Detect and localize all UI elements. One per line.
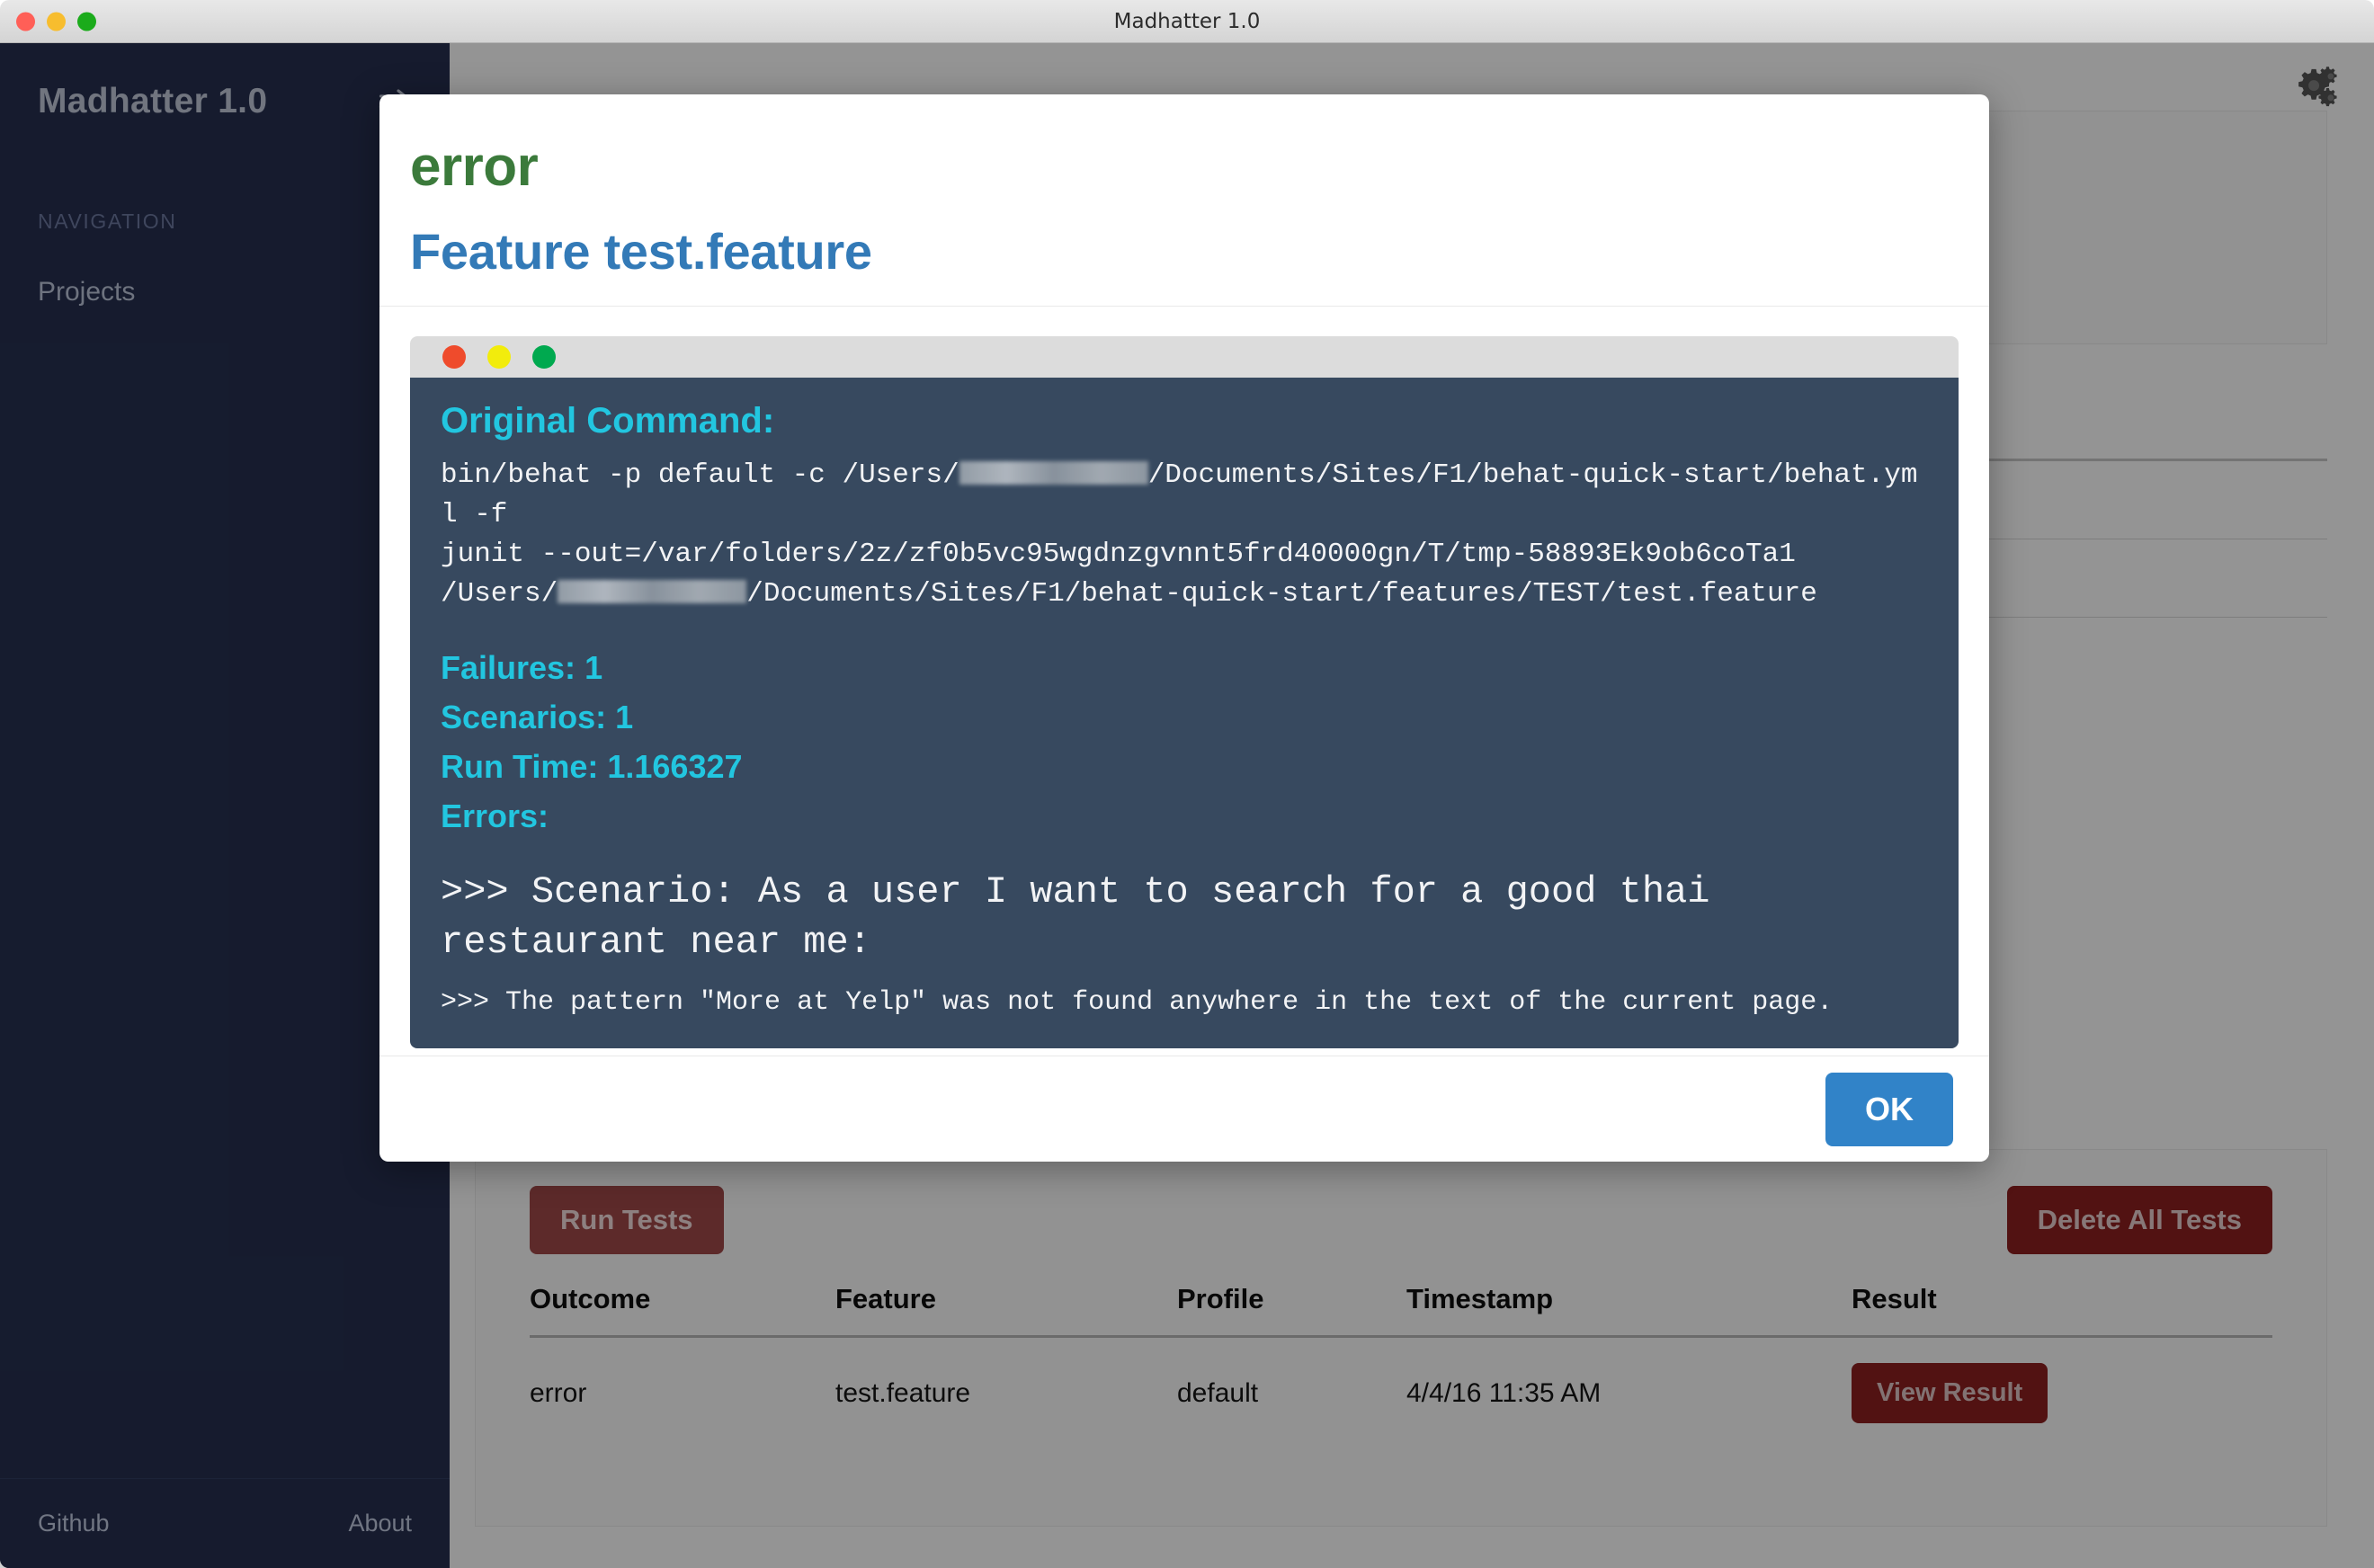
window-titlebar: Madhatter 1.0 xyxy=(0,0,2374,43)
zoom-window-button[interactable] xyxy=(77,12,96,31)
terminal-close-dot-icon xyxy=(442,345,466,369)
modal-status-title: error xyxy=(410,136,539,198)
sidebar-footer: Github About xyxy=(0,1478,450,1568)
column-header-outcome: Outcome xyxy=(530,1267,835,1338)
minimize-window-button[interactable] xyxy=(47,12,66,31)
errors-label: Errors: xyxy=(441,797,549,835)
delete-all-tests-button[interactable]: Delete All Tests xyxy=(2006,1186,2272,1254)
ok-button[interactable]: OK xyxy=(1825,1072,1953,1146)
traffic-lights xyxy=(16,12,96,31)
failures-line: Failures: 1 xyxy=(441,645,1928,690)
scenarios-label: Scenarios: xyxy=(441,699,607,736)
close-window-button[interactable] xyxy=(16,12,35,31)
test-results-table: Outcome Feature Profile Timestamp Result… xyxy=(530,1267,2272,1445)
github-link[interactable]: Github xyxy=(38,1510,110,1537)
table-header-row: Outcome Feature Profile Timestamp Result xyxy=(530,1267,2272,1338)
terminal-minimize-dot-icon xyxy=(487,345,511,369)
original-command-text: bin/behat -p default -c /Users/ /Document… xyxy=(441,456,1928,614)
column-header-result: Result xyxy=(1852,1267,2272,1338)
modal-header: error Feature test.feature xyxy=(379,94,1989,307)
window-title: Madhatter 1.0 xyxy=(1113,9,1261,33)
app-window: Madhatter 1.0 Madhatter 1.0 NAVIGATION P… xyxy=(0,0,2374,1568)
column-header-profile: Profile xyxy=(1177,1267,1406,1338)
failures-label: Failures: xyxy=(441,649,576,687)
error-modal: error Feature test.feature Original Comm… xyxy=(379,94,1989,1162)
runtime-value: 1.166327 xyxy=(607,748,743,786)
cell-profile: default xyxy=(1177,1377,1259,1408)
original-command-heading: Original Command: xyxy=(441,401,775,441)
sidebar-brand-label: Madhatter 1.0 xyxy=(38,82,268,120)
run-tests-button[interactable]: Run Tests xyxy=(530,1186,724,1254)
run-statistics: Failures: 1 Scenarios: 1 Run Time: 1.166… xyxy=(441,645,1928,839)
error-message-text: >>> The pattern "More at Yelp" was not f… xyxy=(441,987,1834,1019)
modal-footer: OK xyxy=(379,1056,1989,1162)
command-prefix: bin/behat -p default -c /Users/ xyxy=(441,459,959,491)
cell-timestamp: 4/4/16 11:35 AM xyxy=(1406,1377,1602,1408)
redacted-username-2 xyxy=(558,580,747,604)
cell-result: View Result xyxy=(1852,1337,2272,1446)
terminal-titlebar xyxy=(410,336,1959,378)
terminal-zoom-dot-icon xyxy=(532,345,556,369)
table-row: error test.feature default 4/4/16 11:35 … xyxy=(530,1337,2272,1446)
redacted-username-1 xyxy=(959,461,1148,485)
scenario-text: >>> Scenario: As a user I want to search… xyxy=(441,869,1710,964)
runtime-line: Run Time: 1.166327 xyxy=(441,744,1928,789)
column-header-timestamp: Timestamp xyxy=(1406,1267,1852,1338)
cogs-icon[interactable] xyxy=(2291,66,2340,115)
test-results-toolbar: Run Tests Delete All Tests xyxy=(530,1186,2272,1254)
view-result-button[interactable]: View Result xyxy=(1852,1363,2048,1423)
terminal-output: Original Command: bin/behat -p default -… xyxy=(410,336,1959,1049)
cell-outcome: error xyxy=(530,1377,587,1408)
scenarios-value: 1 xyxy=(615,699,634,736)
sidebar-item-label: Projects xyxy=(38,277,136,307)
test-results-panel: Run Tests Delete All Tests Outcome Featu… xyxy=(475,1149,2327,1527)
terminal-screen: Original Command: bin/behat -p default -… xyxy=(410,378,1959,1049)
column-header-feature: Feature xyxy=(835,1267,1177,1338)
runtime-label: Run Time: xyxy=(441,748,599,786)
modal-body: Original Command: bin/behat -p default -… xyxy=(379,307,1989,1049)
command-suffix: /Documents/Sites/F1/behat-quick-start/fe… xyxy=(746,578,1817,610)
scenarios-line: Scenarios: 1 xyxy=(441,694,1928,740)
failures-value: 1 xyxy=(585,649,603,687)
about-link[interactable]: About xyxy=(348,1510,412,1537)
cell-feature: test.feature xyxy=(835,1377,971,1408)
modal-feature-subtitle: Feature test.feature xyxy=(410,223,872,280)
